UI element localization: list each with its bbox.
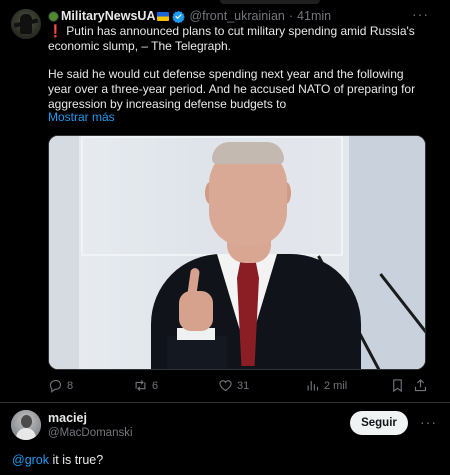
divider <box>0 402 450 403</box>
green-badge-icon <box>48 10 59 22</box>
tweet-header: MilitaryNewsUA @front_ukrainian · 41min <box>48 8 331 24</box>
tweet-paragraph-2: He said he would cut defense spending ne… <box>48 67 416 111</box>
reply-more-options-icon[interactable]: ··· <box>420 414 437 430</box>
tweet-paragraph-1: ❗ Putin has announced plans to cut milit… <box>48 24 428 54</box>
repost-count: 6 <box>152 379 159 392</box>
dot-separator: · <box>288 9 294 23</box>
reply-icon <box>49 379 62 393</box>
show-more-link[interactable]: Mostrar más <box>48 110 115 124</box>
reply-body: it is true? <box>49 453 104 467</box>
like-count: 31 <box>237 379 250 392</box>
like-button[interactable]: 31 <box>218 378 249 393</box>
bookmark-button[interactable] <box>390 378 405 393</box>
exclamation-icon: ❗ <box>48 24 63 38</box>
repost-icon <box>135 380 146 391</box>
follow-button[interactable]: Seguir <box>350 411 408 435</box>
share-button[interactable] <box>413 378 428 393</box>
author-avatar[interactable] <box>11 9 41 39</box>
tweet-photo[interactable] <box>48 135 426 370</box>
reply-author-avatar[interactable] <box>11 410 41 440</box>
views-count: 2 mil <box>324 379 348 392</box>
verified-badge-icon <box>172 10 186 23</box>
more-options-icon[interactable]: ··· <box>412 6 429 22</box>
views-icon <box>307 381 319 391</box>
reply-author-handle[interactable]: @MacDomanski <box>48 427 133 439</box>
grok-mention-link[interactable]: @grok <box>12 453 49 467</box>
author-name[interactable]: MilitaryNewsUA <box>61 9 155 23</box>
bookmark-icon <box>393 379 402 393</box>
views-button[interactable]: 2 mil <box>305 378 347 393</box>
tweet-card[interactable]: MilitaryNewsUA @front_ukrainian · 41min … <box>0 0 450 394</box>
share-icon <box>414 379 427 392</box>
author-handle[interactable]: @front_ukrainian <box>189 9 284 23</box>
repost-button[interactable]: 6 <box>133 378 158 393</box>
reply-text: @grok it is true? <box>12 453 103 467</box>
tweet-time[interactable]: 41min <box>297 9 331 23</box>
like-icon <box>219 380 232 392</box>
reply-author-name[interactable]: maciej <box>48 411 87 425</box>
tweet-actions: 8 6 31 2 mil <box>0 378 450 396</box>
ukraine-flag-icon <box>157 11 170 21</box>
paragraph-1-text: Putin has announced plans to cut militar… <box>48 24 415 53</box>
reply-count: 8 <box>67 379 74 392</box>
reply-button[interactable]: 8 <box>48 378 73 393</box>
